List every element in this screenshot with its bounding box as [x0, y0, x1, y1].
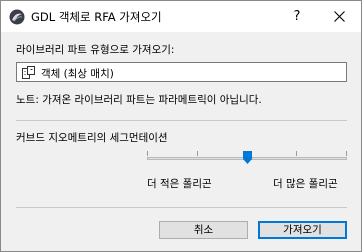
segmentation-slider-thumb[interactable] — [242, 151, 252, 164]
fewer-polygons-label: 더 적은 폴리곤 — [147, 178, 212, 190]
cancel-button[interactable]: 취소 — [159, 221, 248, 239]
library-object-icon — [22, 66, 35, 79]
curve-segmentation-label: 커브드 지오메트리의 세그먼테이션 — [16, 132, 168, 144]
dialog-title: GDL 객체로 RFA 가져오기 — [31, 10, 162, 24]
more-polygons-label: 더 많은 폴리곤 — [273, 178, 338, 190]
archicad-logo-icon — [9, 9, 25, 25]
import-rfa-dialog: GDL 객체로 RFA 가져오기 ? 라이브러리 파트 유형으로 가져오기: 객… — [0, 0, 362, 252]
part-type-label: 라이브러리 파트 유형으로 가져오기: — [16, 44, 175, 56]
divider — [16, 120, 347, 121]
import-button[interactable]: 가져오기 — [258, 221, 347, 239]
part-type-dropdown[interactable]: 객체 (최상 매치) — [16, 62, 347, 82]
note-text: 노트: 가져온 라이브러리 파트는 파라메트릭이 아닙니다. — [16, 94, 262, 106]
close-button[interactable] — [319, 1, 359, 32]
divider — [16, 207, 347, 208]
title-bar: GDL 객체로 RFA 가져오기 ? — [1, 1, 361, 32]
help-button[interactable]: ? — [277, 1, 317, 32]
close-icon — [333, 11, 345, 22]
part-type-selected-value: 객체 (최상 매치) — [41, 68, 114, 80]
